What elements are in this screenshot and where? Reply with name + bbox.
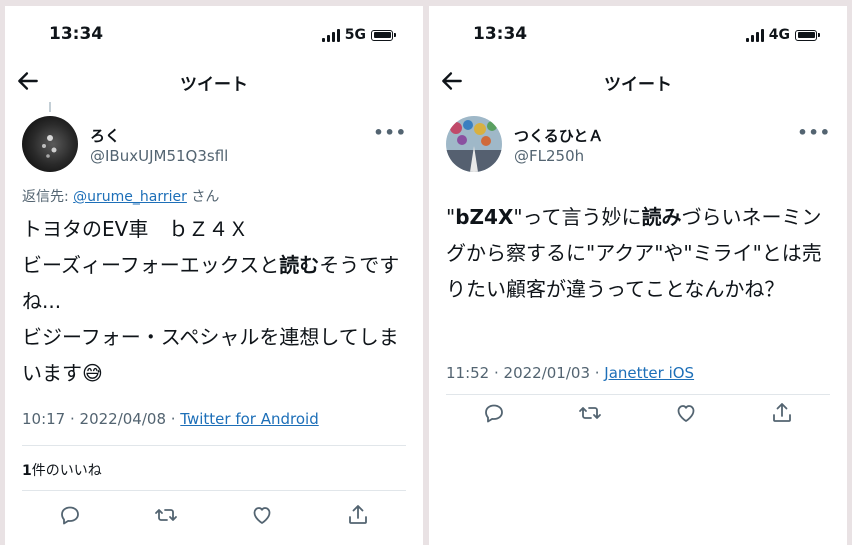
page-title: ツイート: [180, 75, 248, 95]
retweet-icon[interactable]: [154, 503, 178, 527]
share-icon[interactable]: [770, 401, 794, 425]
timestamp: 11:52 · 2022/01/03 ·: [446, 364, 605, 382]
status-bar: 13:34 5G: [5, 24, 423, 48]
status-time: 13:34: [49, 24, 104, 44]
tweet-text-part: トヨタのEV車 ｂＺ４Ｘ ビーズィーフォーエックスと: [22, 217, 280, 277]
display-name[interactable]: ろく: [90, 125, 120, 146]
likes-count[interactable]: 1件のいいね: [22, 460, 102, 480]
reply-to-link[interactable]: @urume_harrier: [73, 189, 187, 205]
action-bar: [446, 401, 830, 425]
tweet-text: "bZ4X"って言う妙に読みづらいネーミングから察するに"アクア"や"ミライ"と…: [446, 199, 836, 307]
share-icon[interactable]: [346, 503, 370, 527]
status-time: 13:34: [473, 24, 528, 44]
battery-icon: [371, 29, 396, 41]
avatar[interactable]: [22, 116, 78, 172]
action-bar: [22, 503, 406, 527]
more-options-icon[interactable]: •••: [797, 123, 831, 142]
left-tweet-screen: 13:34 5G ツイート ろく @IBuxUJM51Q3sfll ••• 返信…: [5, 6, 423, 545]
right-tweet-screen: 13:34 4G ツイート つくるひとＡ @FL250h ••• "bZ4X"っ…: [429, 6, 847, 545]
status-bar: 13:34 4G: [429, 24, 847, 48]
reply-icon[interactable]: [58, 503, 82, 527]
tweet-text-bold: 読み: [641, 205, 682, 229]
like-count-number: 1: [22, 463, 32, 479]
tweet-meta: 11:52 · 2022/01/03 · Janetter iOS: [446, 364, 694, 382]
timestamp: 10:17 · 2022/04/08 ·: [22, 410, 181, 428]
like-icon[interactable]: [674, 401, 698, 425]
divider: [446, 394, 830, 395]
back-arrow-icon[interactable]: [439, 68, 465, 94]
user-handle[interactable]: @IBuxUJM51Q3sfll: [90, 147, 228, 165]
like-count-label: 件のいいね: [31, 463, 102, 479]
divider: [22, 445, 406, 446]
thread-line: [49, 102, 51, 112]
like-icon[interactable]: [250, 503, 274, 527]
network-type: 4G: [768, 27, 790, 43]
signal-icon: [321, 28, 340, 42]
nav-bar: ツイート: [5, 66, 423, 96]
status-indicators: 4G: [745, 27, 820, 43]
status-indicators: 5G: [321, 27, 396, 43]
tweet-text: トヨタのEV車 ｂＺ４Ｘ ビーズィーフォーエックスと読むそうですね... ビジー…: [22, 211, 412, 391]
tweet-text-part: "って言う妙に: [513, 205, 642, 229]
battery-icon: [795, 29, 820, 41]
retweet-icon[interactable]: [578, 401, 602, 425]
avatar[interactable]: [446, 116, 502, 172]
source-link[interactable]: Twitter for Android: [180, 410, 318, 428]
display-name[interactable]: つくるひとＡ: [514, 125, 603, 146]
reply-icon[interactable]: [482, 401, 506, 425]
tweet-meta: 10:17 · 2022/04/08 · Twitter for Android: [22, 410, 319, 428]
reply-prefix: 返信先:: [22, 189, 74, 205]
tweet-text-part: ": [446, 205, 456, 229]
user-handle[interactable]: @FL250h: [514, 147, 584, 165]
network-type: 5G: [344, 27, 366, 43]
tweet-text-bold: bZ4X: [455, 205, 514, 229]
page-title: ツイート: [604, 75, 672, 95]
tweet-text-bold: 読む: [279, 253, 320, 277]
reply-suffix: さん: [191, 189, 220, 205]
more-options-icon[interactable]: •••: [373, 123, 407, 142]
divider: [22, 490, 406, 491]
signal-icon: [745, 28, 764, 42]
reply-to-line: 返信先: @urume_harrier さん: [22, 186, 219, 206]
back-arrow-icon[interactable]: [15, 68, 41, 94]
source-link[interactable]: Janetter iOS: [604, 364, 694, 382]
nav-bar: ツイート: [429, 66, 847, 96]
